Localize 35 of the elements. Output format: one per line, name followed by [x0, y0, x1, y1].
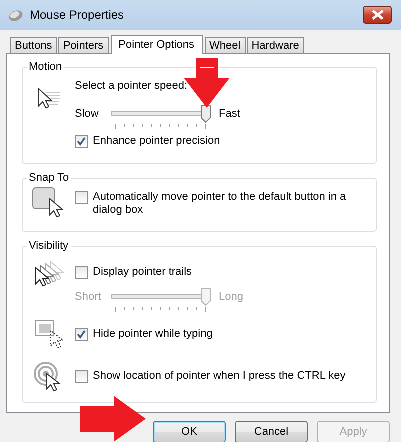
- pointer-trails-icon: [33, 260, 65, 288]
- checkbox-label: Automatically move pointer to the default button in a dialog box: [93, 191, 348, 217]
- slider-min-label: Short: [75, 290, 102, 305]
- checkbox[interactable]: [75, 370, 88, 383]
- tab[interactable]: Hardware: [246, 37, 304, 53]
- checkbox-label: Hide pointer while typing: [93, 328, 213, 341]
- checkbox-label: Display pointer trails: [93, 266, 192, 279]
- dialog-button[interactable]: Cancel: [235, 421, 308, 442]
- tab[interactable]: Pointer Options: [110, 35, 202, 54]
- checkbox[interactable]: [75, 135, 88, 148]
- tab[interactable]: Buttons: [10, 37, 58, 53]
- hidden-pointer-icon: [35, 320, 63, 348]
- close-icon: [372, 10, 384, 20]
- slider-track[interactable]: [111, 105, 211, 123]
- dialog-button: Apply: [317, 421, 390, 442]
- group-title: Visibility: [28, 240, 70, 252]
- slider-thumb[interactable]: [201, 105, 211, 123]
- checkbox[interactable]: [75, 266, 88, 279]
- close-button[interactable]: [363, 6, 392, 24]
- field-label: Select a pointer speed:: [75, 80, 188, 92]
- annotation-arrow: [80, 396, 146, 442]
- group-title: Snap To: [28, 172, 70, 184]
- slider-max-label: Long: [219, 290, 244, 305]
- tab[interactable]: Pointers: [58, 37, 109, 53]
- dialog-button[interactable]: OK: [153, 421, 226, 442]
- slider-min-label: Slow: [75, 107, 100, 122]
- tab[interactable]: Wheel: [204, 37, 246, 53]
- window-title: Mouse Properties: [30, 8, 126, 22]
- checkbox-label: Show location of pointer when I press the CTRL key: [93, 370, 346, 383]
- checkbox[interactable]: [75, 191, 88, 204]
- checkbox-label: Enhance pointer precision: [93, 135, 220, 148]
- pointer-location-icon: [34, 361, 64, 393]
- slider-max-label: Fast: [219, 107, 242, 122]
- group-title: Motion: [28, 61, 64, 73]
- checkbox[interactable]: [75, 328, 88, 341]
